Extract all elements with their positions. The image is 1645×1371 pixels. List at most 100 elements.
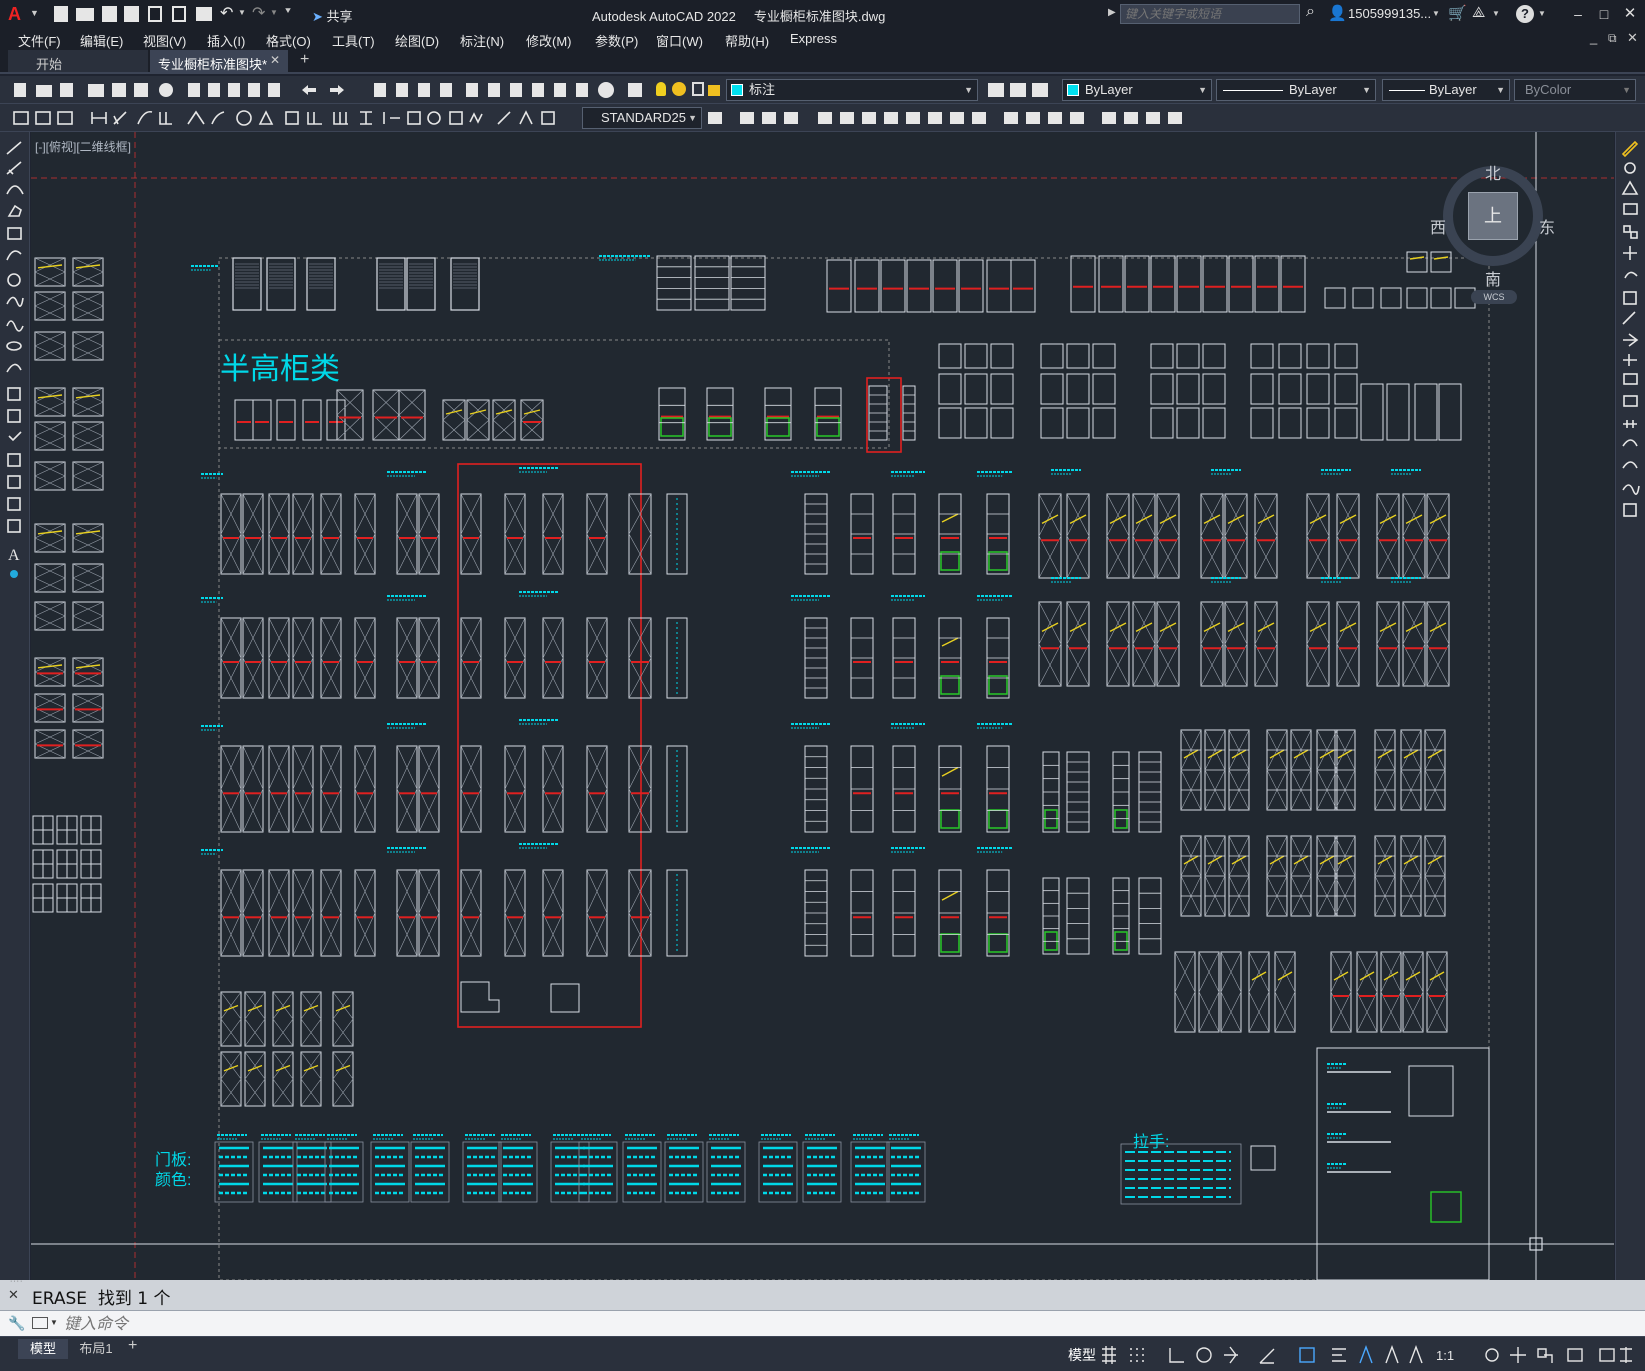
viewcube[interactable]: 上 北 南 西 东 WCS [1423, 150, 1563, 304]
lineweight-dropdown[interactable]: ByLayer ▼ [1382, 79, 1510, 101]
open-icon[interactable] [76, 8, 94, 21]
draw-tool-icons[interactable]: A [5, 140, 25, 580]
command-grip[interactable]: ···· [10, 1278, 23, 1285]
tab-model[interactable]: 模型 [18, 1339, 68, 1359]
close-tab-icon[interactable]: ✕ [270, 53, 280, 67]
door-swing-line [1038, 601, 1062, 687]
door-swing-line [272, 991, 294, 1047]
share-button[interactable]: ➤ 共享 [312, 6, 353, 25]
menu-window[interactable]: 窗口(W) [656, 31, 703, 50]
command-input[interactable] [64, 1313, 1624, 1333]
user-dropdown-icon[interactable]: ▼ [1432, 9, 1440, 18]
maximize-button[interactable]: □ [1592, 0, 1616, 28]
undo-icon[interactable]: ↶ [220, 3, 233, 23]
layer-dropdown[interactable]: 标注 ▼ [726, 79, 978, 101]
menu-insert[interactable]: 插入(I) [207, 31, 245, 50]
menu-bar: 文件(F) 编辑(E) 视图(V) 插入(I) 格式(O) 工具(T) 绘图(D… [0, 28, 1645, 50]
modify-side-icons[interactable] [1621, 138, 1641, 538]
menu-tools[interactable]: 工具(T) [332, 31, 375, 50]
menu-format[interactable]: 格式(O) [266, 31, 311, 50]
wcs-menu[interactable]: WCS [1471, 290, 1517, 304]
dimension-tool-icons[interactable] [4, 108, 574, 128]
menu-help[interactable]: 帮助(H) [725, 31, 769, 50]
chevron-down-icon: ▼ [1198, 85, 1207, 95]
minimize-button[interactable]: – [1566, 0, 1590, 28]
tab-start[interactable]: 开始 [8, 50, 148, 72]
cart-icon[interactable]: 🛒 [1448, 4, 1467, 22]
redo-dropdown-icon[interactable]: ▼ [270, 8, 278, 17]
menu-modify[interactable]: 修改(M) [526, 31, 572, 50]
user-name[interactable]: 1505999135... [1348, 6, 1431, 21]
annotation-scale[interactable]: 1:1 [1436, 1348, 1454, 1363]
door-swing-line [542, 617, 564, 699]
user-icon[interactable]: 👤 [1328, 4, 1347, 22]
doc-close-button[interactable]: ✕ [1627, 30, 1638, 46]
door-swing-line [1156, 601, 1180, 687]
save-icon[interactable] [102, 6, 117, 22]
doc-restore-button[interactable]: ⧉ [1608, 31, 1617, 46]
quick-access-toolbar: ↶ ▼ ↷ ▼ ⯆ [50, 5, 300, 23]
door-swing-line [1254, 601, 1278, 687]
doc-minimize-button[interactable]: _ [1590, 30, 1597, 45]
menu-draw[interactable]: 绘图(D) [395, 31, 439, 50]
color-dropdown[interactable]: ByLayer ▼ [1062, 79, 1212, 101]
door-swing-line [1174, 951, 1196, 1033]
dimstyle-dropdown[interactable]: STANDARD25 ▼ [582, 107, 702, 129]
autocad-logo-icon[interactable]: A [8, 4, 28, 24]
compass-south[interactable]: 南 [1485, 266, 1501, 290]
add-layout-button[interactable]: + [128, 1337, 137, 1355]
tab-layout1[interactable]: 布局1 [68, 1339, 124, 1359]
help-icon[interactable]: ? [1516, 5, 1534, 23]
menu-parametric[interactable]: 参数(P) [595, 31, 638, 50]
standard-toolbar-icons[interactable] [4, 80, 664, 100]
status-toggle-icons[interactable]: 1:1 [1100, 1345, 1640, 1367]
menu-dimension[interactable]: 标注(N) [460, 31, 504, 50]
menu-express[interactable]: Express [790, 31, 837, 46]
save-as-icon[interactable] [124, 6, 139, 22]
plot-icon[interactable] [196, 7, 212, 21]
menu-edit[interactable]: 编辑(E) [80, 31, 123, 50]
app-dropdown-icon[interactable]: ▼ [1492, 9, 1500, 18]
plotstyle-dropdown[interactable]: ByColor ▼ [1514, 79, 1636, 101]
modify-tool-icons[interactable] [706, 108, 1226, 128]
door-swing-line [418, 493, 440, 575]
new-icon[interactable] [54, 6, 68, 22]
layer-tool-icons[interactable] [986, 80, 1056, 100]
command-prompt-icon[interactable] [32, 1317, 48, 1329]
search-input[interactable] [1120, 4, 1300, 24]
linetype-dropdown[interactable]: ByLayer ▼ [1216, 79, 1376, 101]
redo-icon[interactable]: ↷ [252, 3, 265, 23]
compass-north[interactable]: 北 [1485, 160, 1501, 184]
menu-view[interactable]: 视图(V) [143, 31, 186, 50]
tab-document[interactable]: 专业橱柜标准图块* ✕ [150, 50, 288, 74]
cabinet-block [964, 373, 988, 405]
command-dropdown-icon[interactable]: ▼ [50, 1318, 58, 1327]
drawing-canvas[interactable]: [-][俯视][二维线框] 半高柜类 门板: 颜色: 拉手: 上 北 南 西 东… [31, 132, 1614, 1280]
new-tab-button[interactable]: + [300, 51, 309, 69]
layer-state-icons[interactable] [656, 80, 726, 100]
command-close-icon[interactable]: ✕ [8, 1287, 19, 1303]
yellow-mark [1339, 514, 1357, 525]
customize-icon[interactable]: 🔧 [8, 1315, 25, 1332]
undo-dropdown-icon[interactable]: ▼ [238, 8, 246, 17]
door-swing-line [504, 745, 526, 833]
publish-icon[interactable] [172, 6, 186, 22]
menu-file[interactable]: 文件(F) [18, 31, 61, 50]
help-dropdown-icon[interactable]: ▼ [1538, 9, 1546, 18]
model-space-button[interactable]: 模型 [1068, 1345, 1096, 1365]
search-expand-icon[interactable]: ▶ [1108, 7, 1116, 18]
door-swing-line [354, 617, 376, 699]
customize-qat-icon[interactable]: ⯆ [284, 6, 292, 17]
close-button[interactable]: ✕ [1618, 0, 1642, 28]
door-swing-line [1224, 601, 1248, 687]
compass-west[interactable]: 西 [1430, 214, 1446, 238]
compass-east[interactable]: 东 [1539, 214, 1555, 238]
search-icon[interactable]: ⌕ [1306, 3, 1315, 21]
app-menu-arrow-icon[interactable]: ▼ [30, 8, 39, 18]
web-mobile-icon[interactable] [148, 6, 162, 22]
autodesk-app-icon[interactable]: ⟁ [1472, 4, 1485, 21]
cabinet-block [1202, 255, 1228, 313]
door-swing-line [72, 421, 104, 451]
cad-drawing[interactable] [31, 132, 1614, 1280]
viewcube-top-face[interactable]: 上 [1468, 192, 1518, 240]
